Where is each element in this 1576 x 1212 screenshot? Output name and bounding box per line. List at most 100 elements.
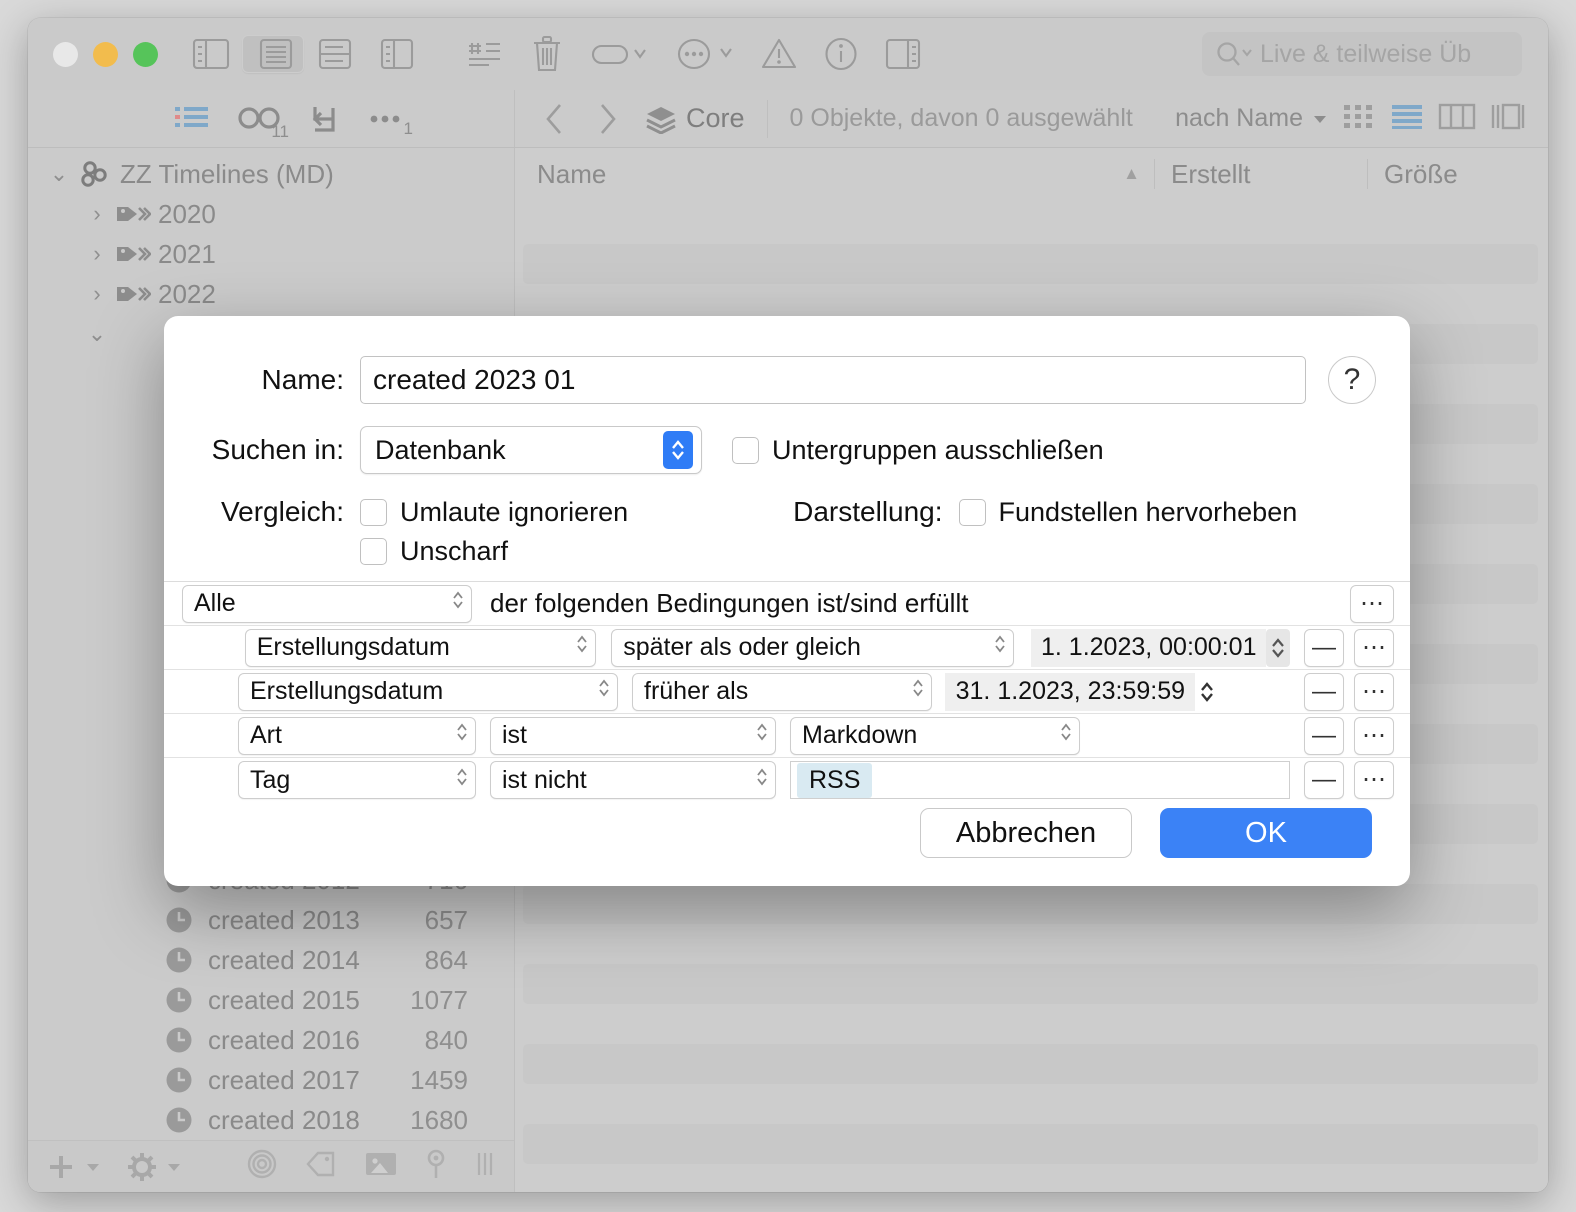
unscharf-checkbox-row[interactable]: Unscharf	[360, 536, 508, 567]
condition-date-value[interactable]: 1. 1.2023, 00:00:01	[1030, 628, 1267, 667]
bars-button[interactable]	[474, 1149, 496, 1184]
sort-by-label: nach Name	[1175, 104, 1303, 132]
minimize-button[interactable]	[93, 41, 118, 67]
sidebar-more-button[interactable]: 1	[368, 108, 413, 138]
search-scope-select[interactable]: Datenbank	[360, 426, 702, 474]
remove-condition-button[interactable]: —	[1304, 672, 1344, 711]
condition-row-buttons: — ⋯	[1290, 761, 1394, 799]
condition-operator-select[interactable]: später als oder gleich	[611, 628, 1014, 667]
view-list-button[interactable]	[242, 35, 304, 73]
move-into-button[interactable]	[308, 104, 340, 134]
column-header-size[interactable]: Größe	[1368, 159, 1548, 190]
image-button[interactable]	[364, 1149, 398, 1184]
list-view-mode-button[interactable]	[174, 104, 210, 134]
condition-operator-select[interactable]: ist nicht	[490, 761, 776, 799]
icon-view-button[interactable]	[1342, 101, 1376, 136]
condition-value-select[interactable]: Markdown	[790, 716, 1080, 755]
condition-more-button[interactable]: ⋯	[1354, 672, 1394, 711]
umlaute-checkbox-row[interactable]: Umlaute ignorieren	[360, 497, 628, 528]
fundstellen-checkbox[interactable]	[958, 498, 986, 526]
tag-button[interactable]	[304, 1149, 338, 1184]
sidebar-item-2021[interactable]: › 2021	[28, 234, 514, 274]
breadcrumb[interactable]: Core	[633, 99, 768, 138]
back-button[interactable]	[529, 102, 581, 136]
search-field[interactable]: Live & teilweise Üb	[1202, 32, 1522, 76]
disclosure-triangle-icon[interactable]: ›	[80, 281, 114, 307]
column-view-button[interactable]	[1438, 101, 1476, 136]
list-view-button[interactable]	[1390, 101, 1424, 136]
inspector-button[interactable]	[872, 29, 934, 79]
remove-condition-button[interactable]: —	[1304, 761, 1344, 799]
fundstellen-checkbox-row[interactable]: Fundstellen hervorheben	[958, 497, 1297, 528]
chevron-updown-icon	[447, 766, 469, 795]
flag-button[interactable]	[588, 29, 650, 79]
settings-button[interactable]	[127, 1151, 182, 1183]
sidebar-item-2022[interactable]: › 2022	[28, 274, 514, 314]
split-view-button[interactable]	[1490, 101, 1526, 136]
condition-more-button[interactable]: ⋯	[1354, 761, 1394, 799]
view-split-button[interactable]	[304, 29, 366, 79]
forward-button[interactable]	[581, 102, 633, 136]
cancel-button[interactable]: Abbrechen	[920, 808, 1132, 858]
untergruppen-checkbox[interactable]	[732, 436, 759, 464]
sidebar-item-zz-timelines[interactable]: ⌄ ZZ Timelines (MD)	[28, 154, 514, 194]
remove-condition-button[interactable]: —	[1304, 628, 1344, 667]
list-item[interactable]: created 2017 1459	[28, 1060, 514, 1100]
date-stepper[interactable]	[1266, 628, 1290, 667]
condition-field-select[interactable]: Art	[238, 716, 476, 755]
disclosure-triangle-icon[interactable]: ›	[80, 241, 114, 267]
help-button[interactable]: ?	[1328, 356, 1376, 404]
pin-button[interactable]	[424, 1148, 448, 1185]
zoom-button[interactable]	[133, 41, 158, 67]
glasses-filter-button[interactable]: 11	[238, 105, 289, 141]
column-header-created[interactable]: Erstellt	[1155, 159, 1367, 190]
sidebar-item-2020[interactable]: › 2020	[28, 194, 514, 234]
date-stepper[interactable]	[1195, 673, 1219, 711]
table-row	[523, 964, 1538, 1004]
tag-token[interactable]: RSS	[797, 762, 873, 798]
condition-field-value: Erstellungsdatum	[250, 677, 444, 705]
close-button[interactable]	[53, 41, 78, 67]
name-input[interactable]	[360, 356, 1306, 404]
condition-more-button[interactable]: ⋯	[1354, 628, 1394, 667]
condition-field-select[interactable]: Tag	[238, 761, 476, 799]
remove-condition-button[interactable]: —	[1304, 716, 1344, 755]
tags-icon	[114, 241, 152, 267]
more-actions-button[interactable]	[676, 29, 738, 79]
tag-list-button[interactable]	[454, 29, 516, 79]
list-item[interactable]: created 2016 840	[28, 1020, 514, 1060]
condition-operator-select[interactable]: früher als	[632, 672, 932, 711]
add-button[interactable]	[46, 1152, 101, 1182]
info-button[interactable]	[810, 29, 872, 79]
condition-more-button[interactable]: ⋯	[1354, 716, 1394, 755]
conditions-more-button[interactable]: ⋯	[1350, 584, 1394, 623]
disclosure-triangle-icon[interactable]: ⌄	[42, 161, 76, 187]
sidebar-item-label: ZZ Timelines (MD)	[120, 158, 334, 189]
trash-button[interactable]	[516, 29, 578, 79]
list-item[interactable]: created 2013 657	[28, 900, 514, 940]
concentric-circles-button[interactable]	[246, 1148, 278, 1185]
condition-field-select[interactable]: Erstellungsdatum	[244, 628, 597, 667]
warning-button[interactable]	[748, 29, 810, 79]
list-item-label: created 2018	[208, 1104, 360, 1135]
disclosure-triangle-icon[interactable]: ›	[80, 201, 114, 227]
ok-button[interactable]: OK	[1160, 808, 1372, 858]
condition-operator-select[interactable]: ist	[490, 716, 776, 755]
condition-date-value[interactable]: 31. 1.2023, 23:59:59	[945, 672, 1195, 711]
chevron-updown-icon	[747, 766, 769, 795]
condition-field-select[interactable]: Erstellungsdatum	[238, 672, 618, 711]
condition-token-field[interactable]: RSS	[790, 761, 1290, 799]
match-mode-select[interactable]: Alle	[182, 584, 472, 623]
view-columns-button[interactable]	[366, 29, 428, 79]
list-item[interactable]: created 2015 1077	[28, 980, 514, 1020]
sort-by-control[interactable]: nach Name	[1175, 104, 1342, 133]
umlaute-checkbox[interactable]	[360, 498, 387, 526]
unscharf-checkbox[interactable]	[360, 538, 387, 565]
list-item[interactable]: created 2018 1680	[28, 1100, 514, 1140]
breadcrumb-label: Core	[686, 103, 745, 133]
untergruppen-checkbox-row[interactable]: Untergruppen ausschließen	[732, 435, 1104, 466]
list-item[interactable]: created 2014 864	[28, 940, 514, 980]
column-header-name[interactable]: Name ▲	[537, 159, 1154, 190]
sidebar-toggle-button[interactable]	[180, 29, 242, 79]
disclosure-triangle-icon[interactable]: ⌄	[80, 321, 114, 347]
